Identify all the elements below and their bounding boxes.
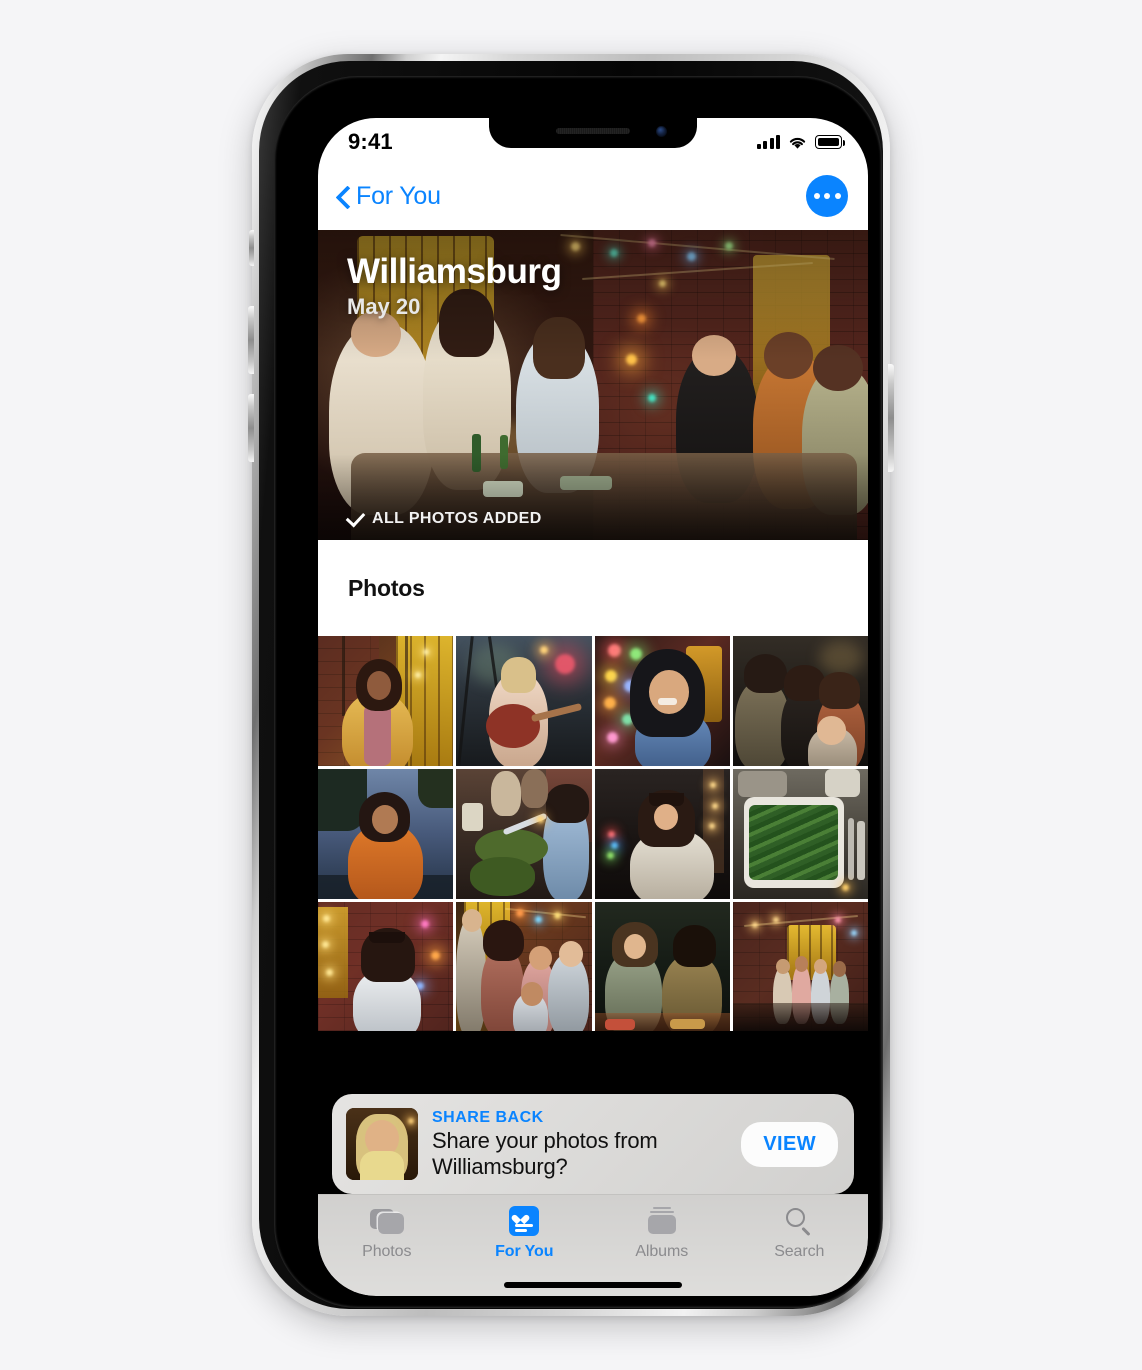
- front-camera-icon: [656, 126, 667, 137]
- ellipsis-icon-dot: [813, 193, 820, 199]
- photo-thumbnail: [594, 636, 730, 766]
- hero-title-block: Williamsburg May 20: [347, 252, 562, 320]
- tab-photos-label: Photos: [362, 1243, 412, 1260]
- screenshot-canvas: 9:41 For You Williamsburg May 20 ALL PHO…: [0, 0, 1142, 1370]
- earpiece-speaker-icon: [556, 128, 630, 134]
- photo-grid-item[interactable]: [732, 636, 868, 766]
- memory-hero-image[interactable]: Williamsburg May 20 ALL PHOTOS ADDED: [318, 230, 868, 540]
- device-inner-shell: 9:41 For You Williamsburg May 20 ALL PHO…: [259, 61, 883, 1309]
- display-notch: [489, 118, 697, 148]
- tab-albums[interactable]: Albums: [593, 1205, 731, 1261]
- checkmark-icon: [345, 509, 364, 528]
- back-button-label: For You: [356, 181, 441, 210]
- home-indicator[interactable]: [504, 1282, 682, 1288]
- photo-thumbnail: [594, 768, 730, 899]
- volume-up-button[interactable]: [248, 306, 254, 374]
- photo-grid-item[interactable]: [456, 636, 592, 766]
- silent-switch-button[interactable]: [249, 230, 254, 266]
- iphone-device-frame: 9:41 For You Williamsburg May 20 ALL PHO…: [248, 54, 894, 1316]
- signal-bars-icon: [756, 135, 780, 149]
- banner-message: Share your photos from Williamsburg?: [432, 1127, 658, 1179]
- photo-thumbnail: [732, 636, 868, 766]
- photo-thumbnail: [732, 768, 868, 899]
- all-photos-added-status: ALL PHOTOS ADDED: [345, 509, 542, 528]
- photo-thumbnail: [456, 636, 592, 766]
- back-button[interactable]: For You: [334, 182, 441, 211]
- banner-kicker: SHARE BACK: [432, 1108, 544, 1126]
- more-options-button[interactable]: [806, 175, 848, 217]
- memory-detail-content: Williamsburg May 20 ALL PHOTOS ADDED Pho…: [318, 230, 868, 1296]
- photos-section-title: Photos: [348, 574, 425, 601]
- photo-thumbnail: [318, 901, 454, 1032]
- battery-full-icon: [815, 135, 846, 149]
- device-bezel: 9:41 For You Williamsburg May 20 ALL PHO…: [274, 76, 882, 1308]
- photo-grid-item[interactable]: [594, 768, 730, 899]
- view-button[interactable]: VIEW: [741, 1121, 838, 1167]
- volume-down-button[interactable]: [248, 394, 254, 462]
- photo-thumbnail: [456, 768, 592, 899]
- photo-grid-item[interactable]: [732, 901, 868, 1032]
- albums-folder-icon: [647, 1205, 677, 1237]
- for-you-card-icon: [509, 1205, 540, 1237]
- photo-grid-item[interactable]: [456, 901, 592, 1032]
- status-bar-indicators: [756, 135, 846, 150]
- photo-grid-item[interactable]: [594, 901, 730, 1032]
- tab-for-you-label: For You: [495, 1243, 554, 1260]
- photo-grid-item[interactable]: [318, 901, 454, 1032]
- share-back-notification-banner[interactable]: SHARE BACK Share your photos from Willia…: [332, 1094, 854, 1194]
- photo-thumbnail: [594, 901, 730, 1032]
- ellipsis-icon-dot: [834, 193, 841, 199]
- photos-stack-icon: [369, 1205, 404, 1237]
- photo-grid-item[interactable]: [456, 768, 592, 899]
- ellipsis-icon-dot: [824, 193, 830, 199]
- photo-grid-item[interactable]: [732, 768, 868, 899]
- photo-grid-item[interactable]: [318, 768, 454, 899]
- all-photos-added-label: ALL PHOTOS ADDED: [372, 509, 542, 527]
- memory-title: Williamsburg: [347, 252, 562, 291]
- photo-thumbnail: [318, 768, 454, 899]
- photo-grid-item[interactable]: [594, 636, 730, 766]
- navigation-bar: For You: [318, 162, 868, 230]
- side-power-button[interactable]: [888, 364, 894, 472]
- banner-thumbnail: [346, 1108, 418, 1180]
- photo-thumbnail: [456, 901, 592, 1032]
- photo-grid: [318, 636, 868, 1032]
- photos-section-header: Photos: [318, 540, 868, 636]
- tab-bar: Photos For You Albums Search: [318, 1194, 868, 1296]
- tab-albums-label: Albums: [635, 1243, 689, 1260]
- photo-thumbnail: [318, 636, 454, 766]
- banner-text-block: SHARE BACK Share your photos from Willia…: [432, 1109, 727, 1180]
- tab-search[interactable]: Search: [731, 1205, 869, 1261]
- wifi-icon: [789, 137, 806, 149]
- phone-screen: 9:41 For You Williamsburg May 20 ALL PHO…: [318, 118, 868, 1296]
- chevron-left-icon: [334, 187, 352, 205]
- tab-photos[interactable]: Photos: [318, 1205, 456, 1261]
- photo-grid-item[interactable]: [318, 636, 454, 766]
- status-bar-time: 9:41: [348, 129, 393, 154]
- tab-search-label: Search: [774, 1243, 825, 1260]
- memory-date: May 20: [347, 294, 421, 319]
- tab-for-you[interactable]: For You: [456, 1205, 594, 1261]
- photo-thumbnail: [732, 901, 868, 1032]
- search-magnifier-icon: [785, 1205, 813, 1237]
